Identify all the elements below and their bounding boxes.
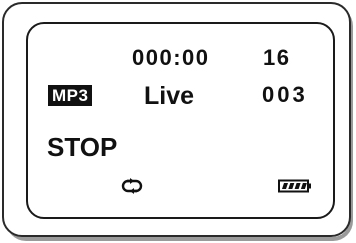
battery-level-bars bbox=[282, 183, 307, 189]
volume-level: 003 bbox=[262, 82, 308, 107]
battery-bar bbox=[282, 183, 288, 189]
battery-bar bbox=[294, 183, 301, 189]
repeat-icon bbox=[121, 178, 143, 194]
time-readout: 000:00 bbox=[132, 45, 210, 70]
player-device: 000:00 16 MP3 Live 003 STOP bbox=[2, 2, 351, 237]
format-badge: MP3 bbox=[48, 85, 93, 106]
battery-icon bbox=[278, 179, 311, 193]
battery-bar bbox=[300, 183, 307, 189]
track-number: 16 bbox=[263, 45, 291, 70]
playback-status: STOP bbox=[47, 132, 118, 162]
lcd-display: 000:00 16 MP3 Live 003 STOP bbox=[26, 22, 335, 219]
battery-bar bbox=[288, 183, 295, 189]
eq-mode-label: Live bbox=[144, 82, 195, 110]
